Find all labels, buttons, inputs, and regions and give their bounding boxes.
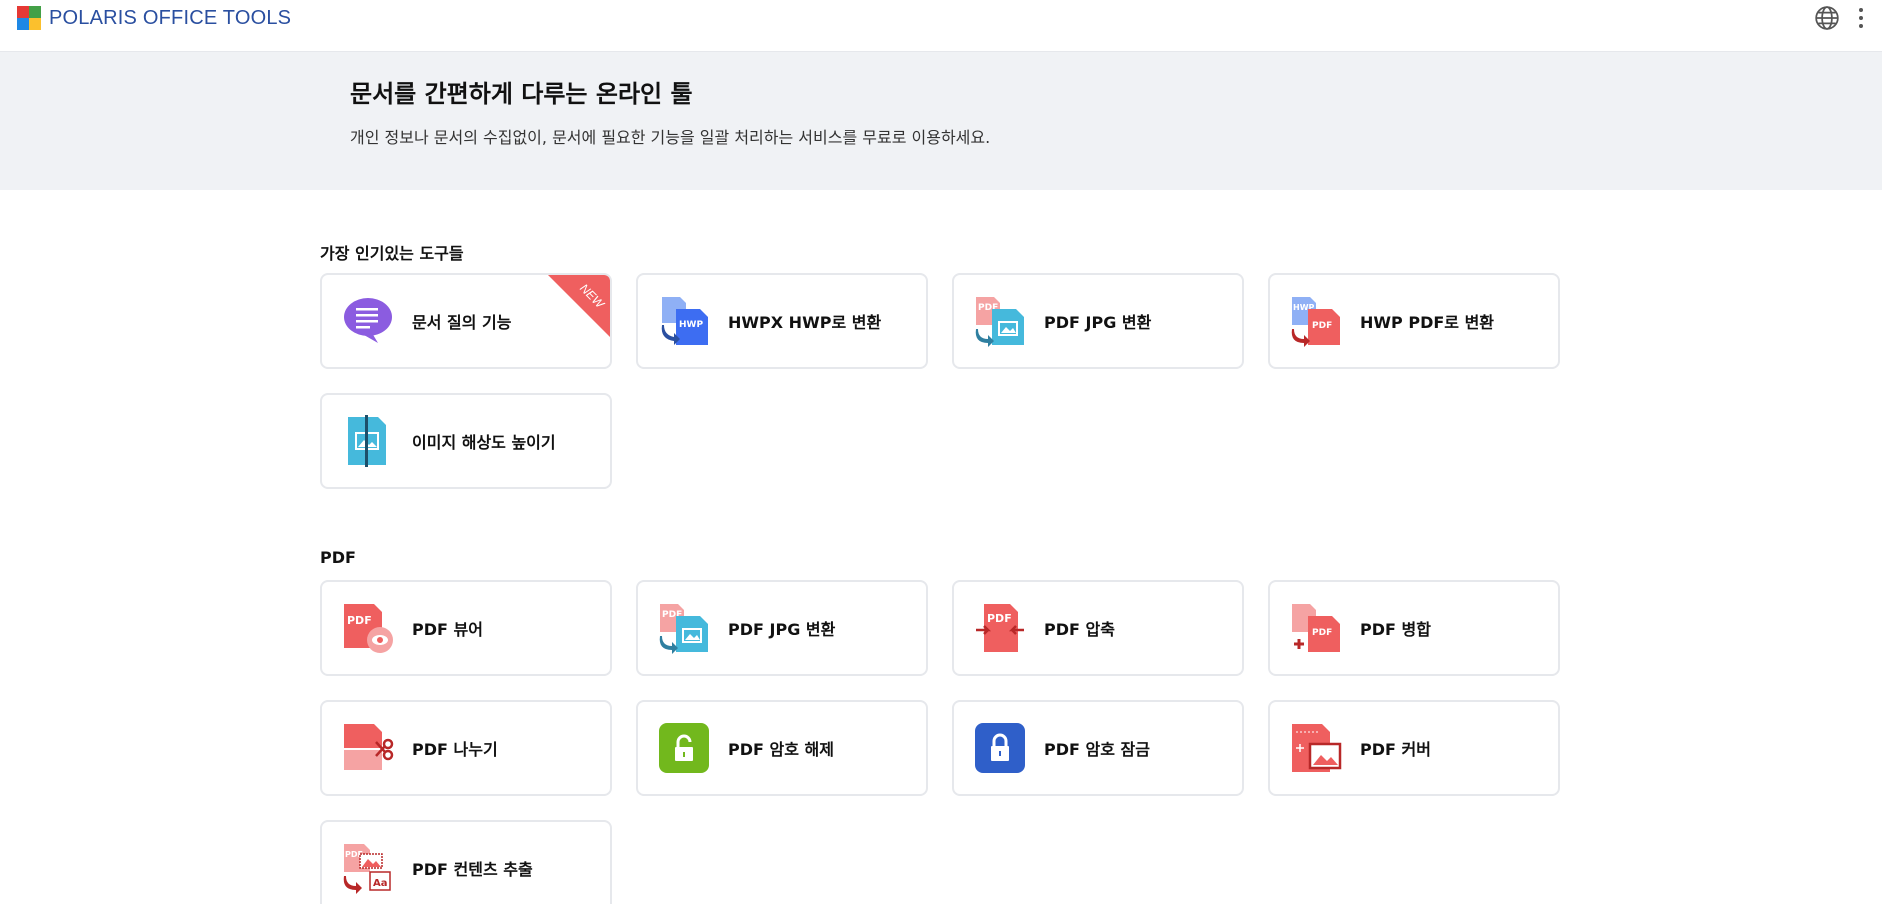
popular-section-title: 가장 인기있는 도구들 bbox=[320, 244, 464, 263]
hwpx-to-hwp-icon: HWP bbox=[661, 297, 708, 345]
tool-label: PDF 암호 해제 bbox=[728, 740, 834, 759]
pdf-to-jpg-icon: PDF bbox=[975, 297, 1024, 347]
hero-title: 문서를 간편하게 다루는 온라인 툴 bbox=[350, 80, 693, 108]
top-bar: POLARIS OFFICE TOOLS bbox=[0, 0, 1882, 52]
tool-card-pdf-merge[interactable]: PDF PDF 병합 bbox=[1268, 580, 1560, 676]
tool-label: PDF 암호 잠금 bbox=[1044, 740, 1150, 759]
svg-text:HWP: HWP bbox=[679, 320, 703, 330]
lock-icon bbox=[975, 723, 1025, 773]
tool-label: HWP PDF로 변환 bbox=[1360, 313, 1495, 332]
tool-label: PDF 병합 bbox=[1360, 620, 1431, 639]
tool-label: PDF 압축 bbox=[1044, 620, 1115, 639]
pdf-merge-icon: PDF bbox=[1292, 604, 1340, 652]
tool-card-pdf-to-jpg[interactable]: PDF PDF JPG 변환 bbox=[952, 273, 1244, 369]
brand-logo[interactable]: POLARIS OFFICE TOOLS bbox=[17, 6, 291, 30]
brand-name: POLARIS OFFICE TOOLS bbox=[49, 6, 292, 29]
tool-card-hwp-to-pdf[interactable]: HWP PDF HWP PDF로 변환 bbox=[1268, 273, 1560, 369]
tool-label: PDF 뷰어 bbox=[412, 620, 483, 639]
tool-card-pdf-unlock[interactable]: PDF 암호 해제 bbox=[636, 700, 928, 796]
hero-subtitle: 개인 정보나 문서의 수집없이, 문서에 필요한 기능을 일괄 처리하는 서비스… bbox=[350, 128, 991, 147]
svg-text:PDF: PDF bbox=[987, 612, 1012, 625]
new-badge: NEW bbox=[548, 275, 610, 337]
pdf-compress-icon: PDF bbox=[976, 604, 1024, 652]
svg-text:PDF: PDF bbox=[1312, 321, 1332, 331]
hwp-to-pdf-icon: HWP PDF bbox=[1291, 297, 1340, 347]
pdf-split-icon bbox=[344, 724, 394, 770]
pdf-viewer-icon: PDF bbox=[344, 604, 393, 653]
svg-text:PDF: PDF bbox=[1312, 628, 1332, 638]
unlock-icon bbox=[659, 723, 709, 773]
hero-banner: 문서를 간편하게 다루는 온라인 툴 개인 정보나 문서의 수집없이, 문서에 … bbox=[0, 52, 1882, 190]
tool-card-pdf-extract[interactable]: PDF Aa PDF 컨텐츠 추출 bbox=[320, 820, 612, 904]
chat-bubble-icon bbox=[344, 298, 392, 343]
image-upscale-icon bbox=[348, 415, 386, 467]
tool-card-hwpx-to-hwp[interactable]: HWP HWPX HWP로 변환 bbox=[636, 273, 928, 369]
more-vertical-icon[interactable] bbox=[1858, 6, 1864, 30]
svg-text:Aa: Aa bbox=[373, 878, 388, 889]
tool-card-pdf-cover[interactable]: PDF 커버 bbox=[1268, 700, 1560, 796]
pdf-cover-icon bbox=[1292, 724, 1342, 772]
tool-card-pdf-split[interactable]: PDF 나누기 bbox=[320, 700, 612, 796]
svg-text:PDF: PDF bbox=[347, 614, 372, 627]
pdf-extract-icon: PDF Aa bbox=[343, 844, 391, 894]
tool-label: 이미지 해상도 높이기 bbox=[412, 433, 556, 452]
tool-card-pdf-jpg[interactable]: PDF PDF JPG 변환 bbox=[636, 580, 928, 676]
tool-card-image-upscale[interactable]: 이미지 해상도 높이기 bbox=[320, 393, 612, 489]
tool-label: PDF 나누기 bbox=[412, 740, 498, 759]
tool-label: HWPX HWP로 변환 bbox=[728, 313, 882, 332]
tool-card-pdf-lock[interactable]: PDF 암호 잠금 bbox=[952, 700, 1244, 796]
globe-icon[interactable] bbox=[1814, 5, 1840, 31]
tool-label: 문서 질의 기능 bbox=[412, 313, 512, 332]
tool-card-pdf-compress[interactable]: PDF PDF 압축 bbox=[952, 580, 1244, 676]
tool-label: PDF 커버 bbox=[1360, 740, 1431, 759]
tool-label: PDF JPG 변환 bbox=[728, 620, 836, 639]
pdf-to-jpg-icon: PDF bbox=[659, 604, 708, 654]
tool-card-pdf-viewer[interactable]: PDF PDF 뷰어 bbox=[320, 580, 612, 676]
tool-label: PDF 컨텐츠 추출 bbox=[412, 860, 533, 879]
tool-label: PDF JPG 변환 bbox=[1044, 313, 1152, 332]
tool-card-doc-qa[interactable]: 문서 질의 기능 NEW bbox=[320, 273, 612, 369]
pdf-section-title: PDF bbox=[320, 548, 356, 567]
logo-mark-icon bbox=[17, 6, 41, 30]
